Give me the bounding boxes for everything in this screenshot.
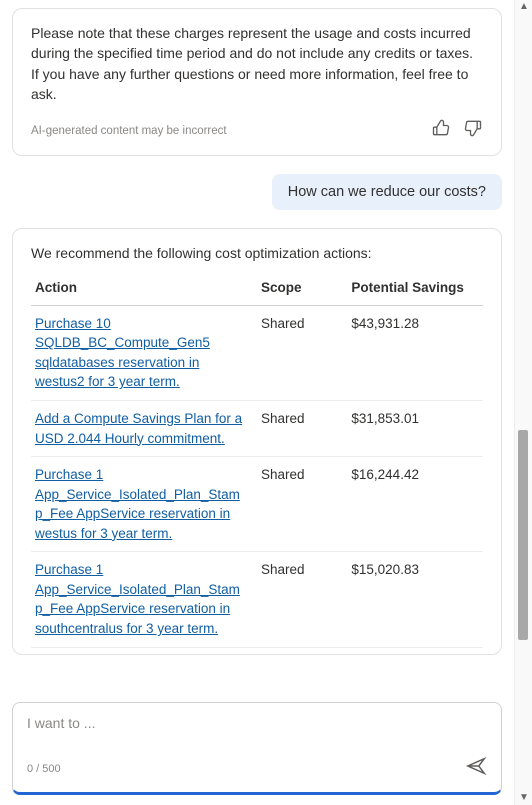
assistant-message: Please note that these charges represent… bbox=[12, 8, 502, 156]
table-row: Purchase 1 App_Service_Isolated_Plan_Sta… bbox=[31, 457, 483, 552]
scope-cell: Shared bbox=[257, 552, 347, 647]
table-row: Purchase 10 SQLDB_BC_Compute_Gen5 sqldat… bbox=[31, 305, 483, 400]
savings-cell: $31,853.01 bbox=[347, 400, 483, 456]
scroll-down-icon[interactable]: ▼ bbox=[517, 793, 531, 803]
action-link[interactable]: Purchase 1 App_Service_Isolated_Plan_Sta… bbox=[35, 467, 240, 541]
savings-cell: $15,020.83 bbox=[347, 552, 483, 647]
message-list: Please note that these charges represent… bbox=[0, 0, 514, 694]
scrollbar[interactable]: ▲ ▼ bbox=[514, 0, 532, 805]
assistant-note-text: Please note that these charges represent… bbox=[31, 23, 483, 104]
action-link[interactable]: Purchase 1 App_Service_Isolated_Plan_Sta… bbox=[35, 562, 240, 636]
chat-input[interactable] bbox=[27, 715, 487, 731]
table-intro: We recommend the following cost optimiza… bbox=[31, 245, 483, 261]
scroll-thumb[interactable] bbox=[518, 430, 528, 640]
thumbs-down-icon[interactable] bbox=[463, 118, 483, 143]
ai-disclaimer: AI-generated content may be incorrect bbox=[31, 125, 227, 137]
scope-cell: Shared bbox=[257, 457, 347, 552]
scroll-up-icon[interactable]: ▲ bbox=[517, 2, 531, 12]
input-area: 0 / 500 bbox=[0, 694, 514, 805]
thumbs-up-icon[interactable] bbox=[431, 118, 451, 143]
savings-cell: $16,244.42 bbox=[347, 457, 483, 552]
scope-cell: Shared bbox=[257, 305, 347, 400]
recommendations-table: Action Scope Potential Savings Purchase … bbox=[31, 273, 483, 647]
action-link[interactable]: Add a Compute Savings Plan for a USD 2.0… bbox=[35, 411, 242, 446]
user-message: How can we reduce our costs? bbox=[272, 174, 502, 210]
col-header-savings: Potential Savings bbox=[347, 273, 483, 305]
table-row: Add a Compute Savings Plan for a USD 2.0… bbox=[31, 400, 483, 456]
chat-input-box: 0 / 500 bbox=[12, 702, 502, 795]
col-header-scope: Scope bbox=[257, 273, 347, 305]
feedback-row: AI-generated content may be incorrect bbox=[31, 118, 483, 143]
table-row: Purchase 1 App_Service_Isolated_Plan_Sta… bbox=[31, 552, 483, 647]
user-message-row: How can we reduce our costs? bbox=[12, 174, 502, 210]
send-icon[interactable] bbox=[465, 755, 487, 782]
scope-cell: Shared bbox=[257, 400, 347, 456]
recommendations-card: We recommend the following cost optimiza… bbox=[12, 228, 502, 654]
action-link[interactable]: Purchase 10 SQLDB_BC_Compute_Gen5 sqldat… bbox=[35, 316, 210, 390]
savings-cell: $43,931.28 bbox=[347, 305, 483, 400]
char-count: 0 / 500 bbox=[27, 763, 61, 775]
col-header-action: Action bbox=[31, 273, 257, 305]
